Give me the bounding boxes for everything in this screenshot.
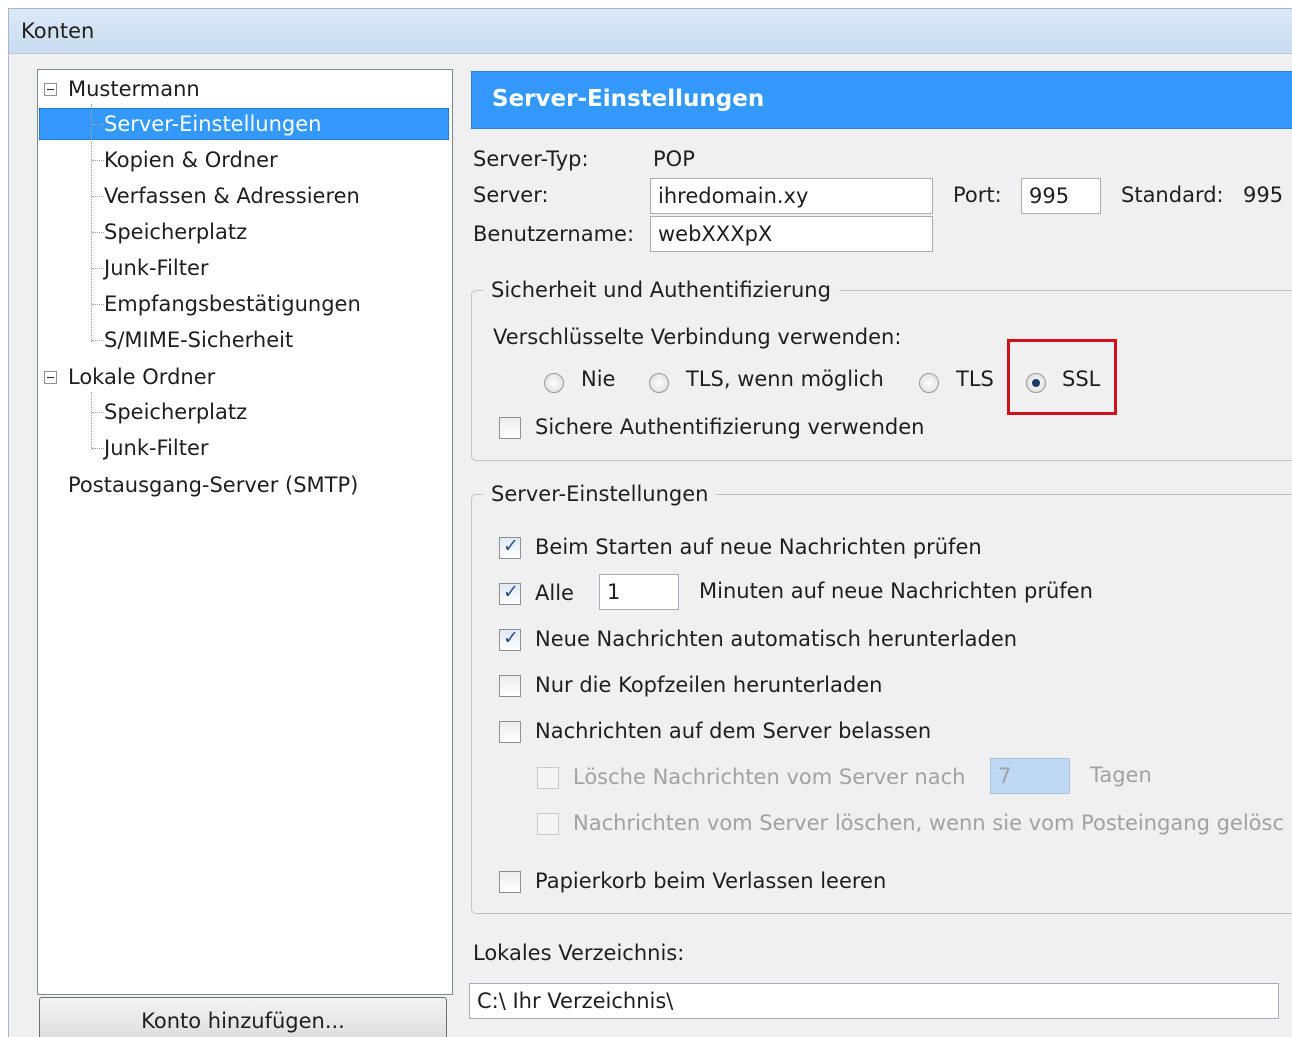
radio-never[interactable] (544, 373, 564, 393)
tree-item-copies-folders[interactable]: Kopien & Ordner (104, 145, 278, 175)
username-input[interactable]: webXXXpX (650, 216, 933, 252)
tree-line (92, 160, 104, 161)
standard-value: 995 (1243, 183, 1284, 207)
secure-auth-label[interactable]: Sichere Authentifizierung verwenden (535, 415, 924, 439)
check-interval-input[interactable]: 1 (599, 574, 679, 610)
tree-line (91, 392, 92, 450)
local-directory-input[interactable]: C:\ Ihr Verzeichnis\ (469, 983, 1279, 1019)
empty-trash-label[interactable]: Papierkorb beim Verlassen leeren (535, 869, 886, 893)
tree-item-disk-space[interactable]: Speicherplatz (104, 217, 247, 247)
ssl-highlight-box (1007, 339, 1117, 415)
tree-item-junk-filter[interactable]: Junk-Filter (104, 253, 209, 283)
headers-only-checkbox[interactable] (499, 675, 521, 697)
tree-item-receipts[interactable]: Empfangsbestätigungen (104, 289, 361, 319)
server-type-label: Server-Typ: (473, 147, 589, 171)
window-title: Konten (21, 19, 95, 43)
tree-item-local-disk-space[interactable]: Speicherplatz (104, 397, 247, 427)
check-every-checkbox[interactable] (499, 581, 521, 605)
accounts-window: Konten Mustermann Server-Einstellungen K… (8, 8, 1292, 1037)
check-interval-suffix: Minuten auf neue Nachrichten prüfen (699, 579, 1093, 603)
tree-line (92, 304, 104, 305)
username-label: Benutzername: (473, 222, 635, 246)
tree-account[interactable]: Mustermann (68, 74, 200, 104)
local-directory-label: Lokales Verzeichnis: (473, 941, 685, 965)
tree-line (92, 232, 104, 233)
days-label: Tagen (1090, 763, 1152, 787)
radio-never-label[interactable]: Nie (581, 367, 615, 391)
leave-on-server-label[interactable]: Nachrichten auf dem Server belassen (535, 719, 931, 743)
tree-local-folders[interactable]: Lokale Ordner (68, 362, 215, 392)
leave-on-server-checkbox[interactable] (499, 721, 521, 743)
tree-item-local-junk-filter[interactable]: Junk-Filter (104, 433, 209, 463)
tree-line (92, 340, 104, 341)
tree-line (92, 124, 104, 125)
auto-download-label[interactable]: Neue Nachrichten automatisch herunterlad… (535, 627, 1017, 651)
delete-when-deleted-label: Nachrichten vom Server löschen, wenn sie… (573, 811, 1285, 835)
server-settings-legend: Server-Einstellungen (483, 482, 717, 506)
tree-item-smime[interactable]: S/MIME-Sicherheit (104, 325, 293, 355)
account-tree[interactable]: Mustermann Server-Einstellungen Kopien &… (37, 69, 453, 995)
tree-line (92, 412, 104, 413)
collapse-toggle-icon[interactable] (44, 371, 57, 384)
headers-only-label[interactable]: Nur die Kopfzeilen herunterladen (535, 673, 882, 697)
server-type-value: POP (653, 147, 695, 171)
add-account-button[interactable]: Konto hinzufügen... (39, 997, 447, 1037)
tree-line (91, 104, 92, 342)
radio-tls-label[interactable]: TLS (956, 367, 994, 391)
delete-days-input[interactable]: 7 (990, 758, 1070, 794)
tree-line (92, 448, 104, 449)
server-label: Server: (473, 183, 549, 207)
tree-item-composition[interactable]: Verfassen & Adressieren (104, 181, 360, 211)
delete-after-checkbox[interactable] (537, 767, 559, 789)
radio-tls[interactable] (919, 373, 939, 393)
title-bar: Konten (9, 9, 1292, 54)
tree-item-server-settings[interactable]: Server-Einstellungen (104, 109, 321, 139)
auto-download-checkbox[interactable] (499, 627, 521, 651)
collapse-toggle-icon[interactable] (44, 83, 57, 96)
delete-after-label: Lösche Nachrichten vom Server nach (573, 765, 966, 789)
security-legend: Sicherheit und Authentifizierung (483, 278, 839, 302)
secure-auth-checkbox[interactable] (499, 417, 521, 439)
tree-line (92, 268, 104, 269)
check-on-start-label[interactable]: Beim Starten auf neue Nachrichten prüfen (535, 535, 982, 559)
tree-outgoing-server[interactable]: Postausgang-Server (SMTP) (68, 470, 358, 500)
tree-line (92, 196, 104, 197)
check-every-label[interactable]: Alle (535, 581, 574, 605)
port-label: Port: (953, 183, 1002, 207)
check-on-start-checkbox[interactable] (499, 535, 521, 559)
port-input[interactable]: 995 (1021, 178, 1101, 214)
empty-trash-checkbox[interactable] (499, 871, 521, 893)
panel-title: Server-Einstellungen (492, 86, 765, 112)
encrypted-connection-label: Verschlüsselte Verbindung verwenden: (493, 325, 902, 349)
panel-header: Server-Einstellungen (471, 71, 1292, 129)
standard-label: Standard: (1121, 183, 1224, 207)
radio-tls-if-available[interactable] (649, 373, 669, 393)
delete-when-deleted-checkbox[interactable] (537, 813, 559, 835)
radio-tls-if-available-label[interactable]: TLS, wenn möglich (686, 367, 884, 391)
server-input[interactable]: ihredomain.xy (650, 178, 933, 214)
